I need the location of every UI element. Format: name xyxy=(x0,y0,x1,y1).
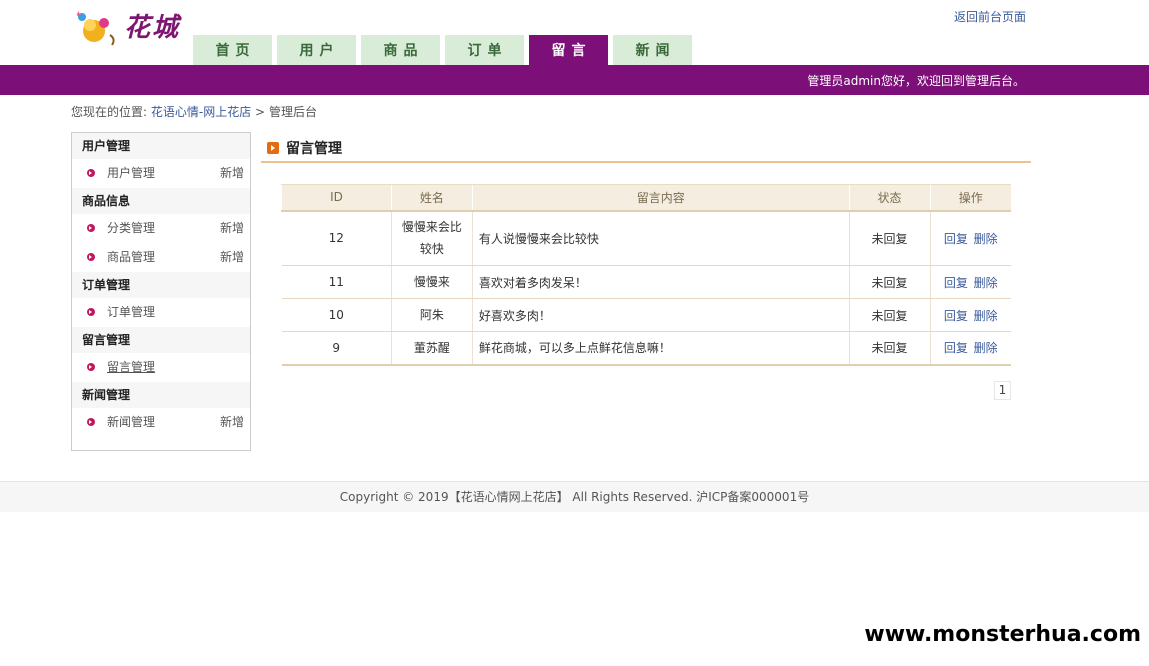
breadcrumb-separator: > xyxy=(255,105,266,119)
cell-name: 阿朱 xyxy=(391,298,473,332)
footer: Copyright © 2019【花语心情网上花店】 All Rights Re… xyxy=(0,481,1149,512)
sidebar-group-products: 商品信息 xyxy=(72,188,250,214)
cell-id: 9 xyxy=(281,331,392,366)
nav-tab-messages[interactable]: 留言 xyxy=(529,35,608,65)
watermark: www.monsterhua.com xyxy=(858,620,1147,649)
add-category-link[interactable]: 新增 xyxy=(220,214,244,243)
nav-tab-orders[interactable]: 订单 xyxy=(445,35,524,65)
cell-id: 11 xyxy=(281,265,392,299)
table-row: 11 慢慢来 喜欢对着多肉发呆！ 未回复 回复 删除 xyxy=(281,265,1011,299)
table-header-row: ID 姓名 留言内容 状态 操作 xyxy=(281,184,1011,212)
column-header-name: 姓名 xyxy=(390,184,473,212)
cell-actions: 回复 删除 xyxy=(930,298,1011,332)
cell-name: 慢慢来 xyxy=(391,265,473,299)
cell-content: 好喜欢多肉！ xyxy=(472,298,850,332)
nav-tab-products[interactable]: 商品 xyxy=(361,35,440,65)
cell-status: 未回复 xyxy=(849,331,931,366)
sidebar-item-message-management: 留言管理 xyxy=(72,353,250,382)
welcome-bar: 管理员admin您好，欢迎回到管理后台。 xyxy=(0,65,1149,95)
sidebar-group-news: 新闻管理 xyxy=(72,382,250,408)
cell-status: 未回复 xyxy=(849,265,931,299)
back-to-frontend-link[interactable]: 返回前台页面 xyxy=(954,8,1026,25)
bullet-icon xyxy=(87,169,95,177)
header: 花城 返回前台页面 首页 用户 商品 订单 留言 新闻 xyxy=(0,0,1149,65)
delete-link[interactable]: 删除 xyxy=(974,309,998,323)
cell-status: 未回复 xyxy=(849,210,931,266)
cell-actions: 回复 删除 xyxy=(930,265,1011,299)
cell-content: 鲜花商城，可以多上点鲜花信息嘛！ xyxy=(472,331,850,366)
site-logo[interactable]: 花城 xyxy=(72,5,192,47)
logo-text: 花城 xyxy=(124,13,181,43)
nav-tab-users[interactable]: 用户 xyxy=(277,35,356,65)
add-news-link[interactable]: 新增 xyxy=(220,408,244,437)
sidebar-group-users: 用户管理 xyxy=(72,133,250,159)
messages-table: ID 姓名 留言内容 状态 操作 12 慢慢来会比较快 有人说慢慢来会比较快 未… xyxy=(281,184,1011,366)
sidebar-item-order-management: 订单管理 xyxy=(72,298,250,327)
add-product-link[interactable]: 新增 xyxy=(220,243,244,272)
pagination-page[interactable]: 1 xyxy=(994,381,1011,400)
breadcrumb-site-link[interactable]: 花语心情-网上花店 xyxy=(151,105,251,119)
copyright-text: Copyright © 2019【花语心情网上花店】 All Rights Re… xyxy=(339,490,810,504)
sidebar-item-label[interactable]: 用户管理 xyxy=(107,166,155,180)
table-row: 10 阿朱 好喜欢多肉！ 未回复 回复 删除 xyxy=(281,298,1011,332)
sidebar-item-label[interactable]: 分类管理 xyxy=(107,221,155,235)
delete-link[interactable]: 删除 xyxy=(974,276,998,290)
nav-tab-news[interactable]: 新闻 xyxy=(613,35,692,65)
cell-actions: 回复 删除 xyxy=(930,331,1011,366)
delete-link[interactable]: 删除 xyxy=(974,232,998,246)
bullet-icon xyxy=(87,253,95,261)
column-header-content: 留言内容 xyxy=(471,184,850,212)
bullet-icon xyxy=(87,363,95,371)
cell-name: 慢慢来会比较快 xyxy=(391,210,473,266)
column-header-status: 状态 xyxy=(848,184,931,212)
flower-logo-icon xyxy=(76,11,115,46)
breadcrumb-current: 管理后台 xyxy=(268,105,317,119)
cell-content: 有人说慢慢来会比较快 xyxy=(472,210,850,266)
table-row: 12 慢慢来会比较快 有人说慢慢来会比较快 未回复 回复 删除 xyxy=(281,210,1011,266)
sidebar-item-user-management: 用户管理 新增 xyxy=(72,159,250,188)
sidebar-item-product-management: 商品管理 新增 xyxy=(72,243,250,272)
column-header-id: ID xyxy=(281,184,392,212)
page-title: 留言管理 xyxy=(286,141,342,157)
cell-content: 喜欢对着多肉发呆！ xyxy=(472,265,850,299)
sidebar-item-label[interactable]: 留言管理 xyxy=(107,360,155,374)
table-row: 9 董苏醒 鲜花商城，可以多上点鲜花信息嘛！ 未回复 回复 删除 xyxy=(281,331,1011,366)
sidebar-item-label[interactable]: 新闻管理 xyxy=(107,415,155,429)
breadcrumb-prefix: 您现在的位置: xyxy=(71,105,148,119)
cell-id: 10 xyxy=(281,298,392,332)
reply-link[interactable]: 回复 xyxy=(944,341,968,355)
title-divider xyxy=(261,161,1031,163)
nav-tab-home[interactable]: 首页 xyxy=(193,35,272,65)
column-header-actions: 操作 xyxy=(929,184,1011,212)
breadcrumb: 您现在的位置: 花语心情-网上花店 > 管理后台 xyxy=(71,103,317,120)
bullet-icon xyxy=(87,308,95,316)
add-user-link[interactable]: 新增 xyxy=(220,159,244,188)
sidebar: 用户管理 用户管理 新增 商品信息 分类管理 新增 商品管理 新增 订单管理 订… xyxy=(71,132,251,451)
bullet-icon xyxy=(87,418,95,426)
reply-link[interactable]: 回复 xyxy=(944,276,968,290)
section-header: 留言管理 xyxy=(267,138,342,158)
cell-actions: 回复 删除 xyxy=(930,210,1011,266)
sidebar-group-orders: 订单管理 xyxy=(72,272,250,298)
cell-status: 未回复 xyxy=(849,298,931,332)
sidebar-item-label[interactable]: 商品管理 xyxy=(107,250,155,264)
reply-link[interactable]: 回复 xyxy=(944,232,968,246)
main-nav: 首页 用户 商品 订单 留言 新闻 xyxy=(193,35,697,65)
cell-name: 董苏醒 xyxy=(391,331,473,366)
delete-link[interactable]: 删除 xyxy=(974,341,998,355)
arrow-right-icon xyxy=(267,142,279,154)
sidebar-item-category-management: 分类管理 新增 xyxy=(72,214,250,243)
reply-link[interactable]: 回复 xyxy=(944,309,968,323)
bullet-icon xyxy=(87,224,95,232)
sidebar-item-news-management: 新闻管理 新增 xyxy=(72,408,250,437)
sidebar-item-label[interactable]: 订单管理 xyxy=(107,305,155,319)
sidebar-group-messages: 留言管理 xyxy=(72,327,250,353)
cell-id: 12 xyxy=(281,210,392,266)
welcome-text: 管理员admin您好，欢迎回到管理后台。 xyxy=(807,74,1025,88)
